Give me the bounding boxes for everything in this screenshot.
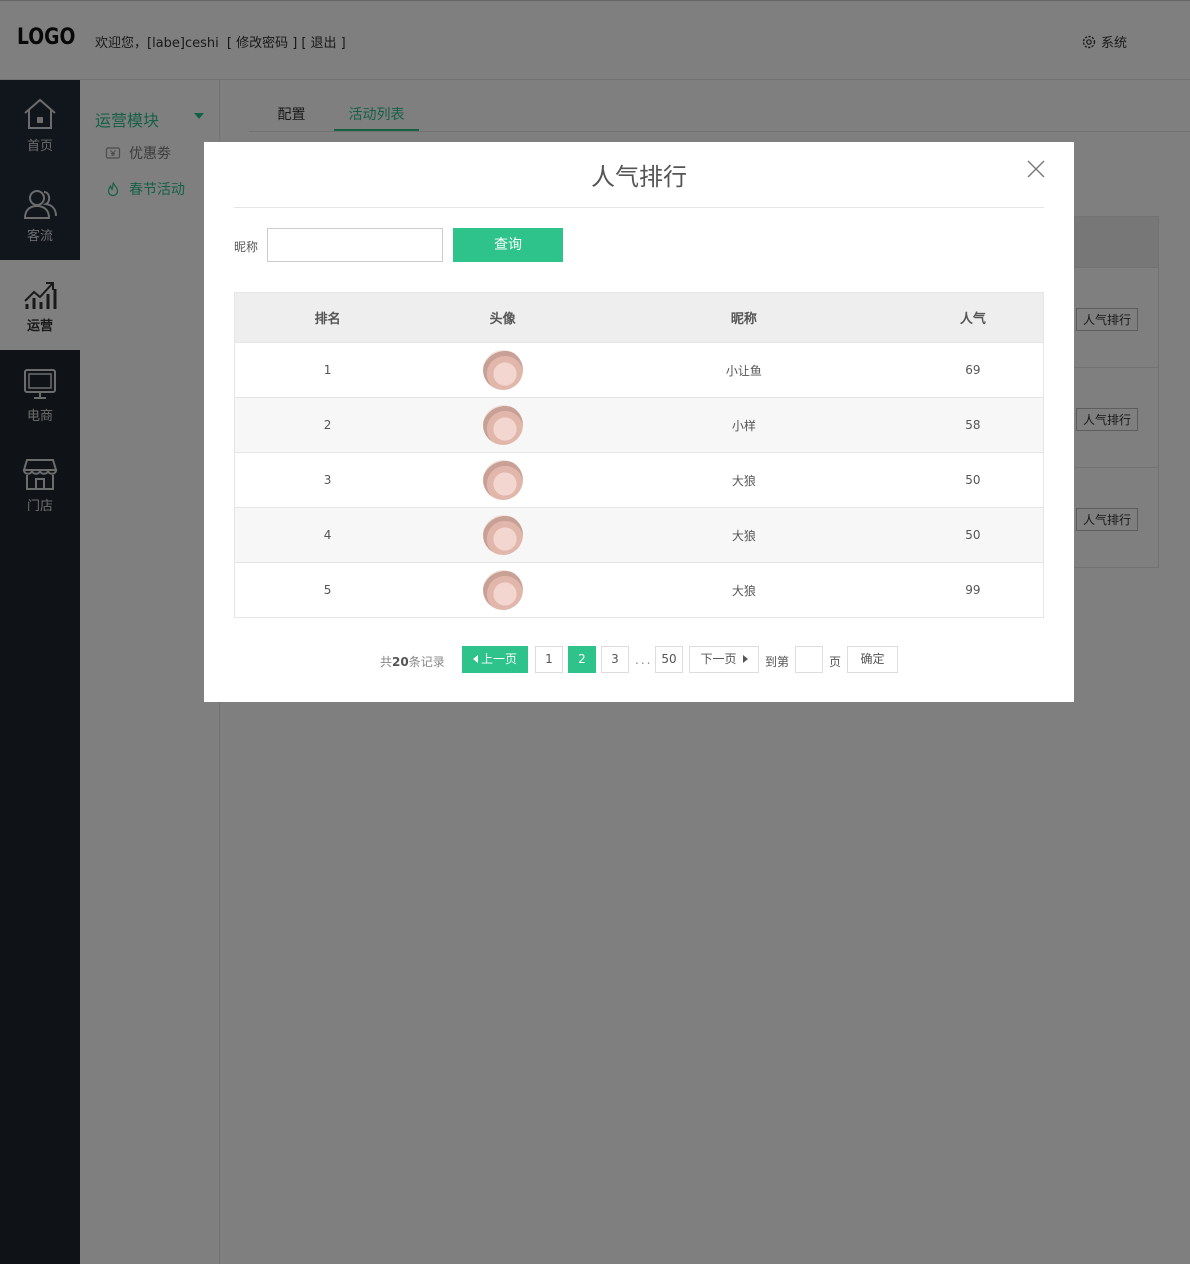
nickname-cell: 大狼 (585, 562, 903, 618)
avatar (482, 350, 523, 390)
table-row: 4 大狼 50 (234, 507, 1044, 563)
query-button[interactable]: 查询 (453, 228, 563, 262)
table-row: 2 小样 58 (234, 397, 1044, 453)
popularity-cell: 99 (902, 562, 1044, 618)
header-rank: 排名 (234, 292, 421, 343)
table-row: 1 小让鱼 69 (234, 342, 1044, 398)
goto-page-input[interactable] (795, 646, 823, 673)
popularity-cell: 58 (902, 397, 1044, 453)
avatar (482, 405, 523, 445)
rank-cell: 1 (234, 342, 421, 398)
avatar (482, 570, 523, 610)
rank-cell: 4 (234, 507, 421, 563)
popularity-cell: 50 (902, 507, 1044, 563)
avatar (482, 515, 523, 555)
header-popularity: 人气 (902, 292, 1044, 343)
nickname-cell: 大狼 (585, 452, 903, 508)
avatar-cell (420, 452, 586, 508)
chevron-right-icon (742, 655, 748, 663)
page-button-3[interactable]: 3 (601, 646, 629, 673)
chevron-left-icon (472, 655, 478, 663)
total-records: 共20条记录 (380, 655, 445, 669)
avatar-cell (420, 397, 586, 453)
rank-cell: 5 (234, 562, 421, 618)
avatar-cell (420, 342, 586, 398)
rank-cell: 2 (234, 397, 421, 453)
avatar-cell (420, 562, 586, 618)
popularity-cell: 50 (902, 452, 1044, 508)
close-icon[interactable] (1027, 160, 1045, 178)
table-row: 3 大狼 50 (234, 452, 1044, 508)
avatar-cell (420, 507, 586, 563)
nickname-cell: 小样 (585, 397, 903, 453)
prev-page-button[interactable]: 上一页 (462, 646, 528, 673)
goto-confirm-button[interactable]: 确定 (847, 646, 898, 673)
divider (234, 207, 1044, 208)
goto-label: 到第 (765, 655, 790, 669)
page-unit-label: 页 (829, 655, 842, 669)
ranking-table: 排名 头像 昵称 人气 1 小让鱼 69 2 小样 58 3 大狼 50 4 大… (234, 292, 1044, 618)
table-row: 5 大狼 99 (234, 562, 1044, 618)
rank-cell: 3 (234, 452, 421, 508)
page-button-last[interactable]: 50 (655, 646, 683, 673)
avatar (482, 460, 523, 500)
popularity-ranking-modal: 人气排行 昵称 查询 排名 头像 昵称 人气 1 小让鱼 69 2 小样 58 … (204, 142, 1074, 702)
header-avatar: 头像 (420, 292, 586, 343)
page-button-2-current[interactable]: 2 (568, 646, 596, 673)
header-nickname: 昵称 (585, 292, 903, 343)
next-page-button[interactable]: 下一页 (689, 646, 759, 673)
popularity-cell: 69 (902, 342, 1044, 398)
nickname-label: 昵称 (234, 240, 259, 254)
total-count: 20 (392, 655, 409, 669)
nickname-cell: 大狼 (585, 507, 903, 563)
table-header-row: 排名 头像 昵称 人气 (234, 292, 1044, 343)
page-button-1[interactable]: 1 (535, 646, 563, 673)
pagination-ellipsis: ... (635, 653, 653, 667)
pagination: 共20条记录 上一页 1 2 3 ... 50 下一页 到第 页 确定 (204, 646, 1074, 674)
nickname-cell: 小让鱼 (585, 342, 903, 398)
modal-title: 人气排行 (591, 163, 687, 191)
nickname-search-input[interactable] (267, 228, 443, 262)
